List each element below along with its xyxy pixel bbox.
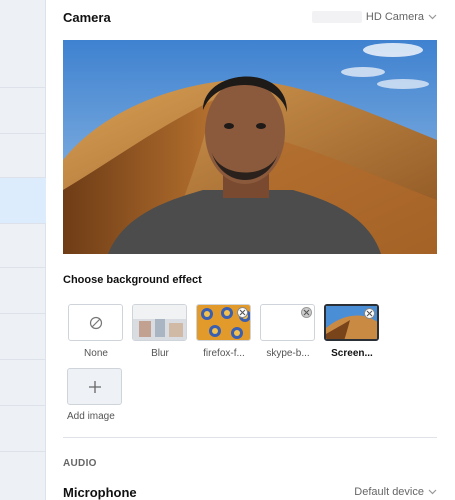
nav-item[interactable]	[0, 88, 46, 134]
add-image-button[interactable]: Add image	[67, 368, 123, 422]
chevron-down-icon	[428, 489, 437, 495]
microphone-title: Microphone	[63, 485, 137, 500]
effect-blur[interactable]: Blur	[132, 304, 188, 359]
camera-device-name-redacted	[311, 11, 362, 23]
add-image-tile	[67, 368, 122, 405]
remove-effect-button[interactable]	[237, 307, 248, 318]
camera-device-label: HD Camera	[365, 11, 424, 23]
nav-item[interactable]	[0, 314, 46, 360]
effect-label: skype-b...	[266, 348, 310, 359]
microphone-device-label: Default device	[354, 486, 424, 498]
effect-screen[interactable]: Screen...	[324, 304, 380, 359]
close-icon	[366, 310, 373, 317]
blur-preview-image	[133, 305, 186, 340]
section-divider	[63, 437, 437, 438]
nav-item[interactable]	[0, 406, 46, 452]
nav-item[interactable]	[0, 268, 46, 314]
settings-nav	[0, 0, 46, 500]
effect-label: Blur	[151, 348, 169, 359]
effect-firefox[interactable]: firefox-f...	[196, 304, 252, 359]
effect-skype[interactable]: skype-b...	[260, 304, 316, 359]
camera-preview	[63, 40, 437, 254]
effect-thumbnail	[132, 304, 187, 341]
plus-icon	[88, 380, 101, 393]
effect-thumbnail	[68, 304, 123, 341]
nav-item[interactable]	[0, 134, 46, 178]
add-image-label: Add image	[67, 411, 115, 422]
nav-item-audio-video[interactable]	[0, 178, 46, 224]
background-effect-title: Choose background effect	[63, 274, 202, 286]
effect-thumbnail	[196, 304, 251, 341]
nav-item[interactable]	[0, 360, 46, 406]
camera-title: Camera	[63, 10, 111, 25]
chevron-down-icon	[428, 14, 437, 20]
effect-thumbnail-selected	[324, 304, 379, 341]
none-icon	[89, 316, 102, 329]
camera-preview-image	[63, 40, 437, 254]
settings-panel: Camera HD Camera Choose background effec…	[47, 0, 455, 500]
effect-label: None	[84, 348, 108, 359]
close-icon	[239, 309, 246, 316]
effect-none[interactable]: None	[68, 304, 124, 359]
nav-item[interactable]	[0, 224, 46, 268]
close-icon	[303, 309, 310, 316]
effect-thumbnail	[260, 304, 315, 341]
remove-effect-button[interactable]	[364, 308, 375, 319]
remove-effect-button[interactable]	[301, 307, 312, 318]
audio-section-label: AUDIO	[63, 458, 97, 469]
microphone-device-select[interactable]: Default device	[354, 486, 437, 498]
effect-label: firefox-f...	[203, 348, 245, 359]
effect-label: Screen...	[331, 348, 373, 359]
camera-device-select[interactable]: HD Camera	[311, 11, 437, 23]
nav-item[interactable]	[0, 0, 46, 88]
